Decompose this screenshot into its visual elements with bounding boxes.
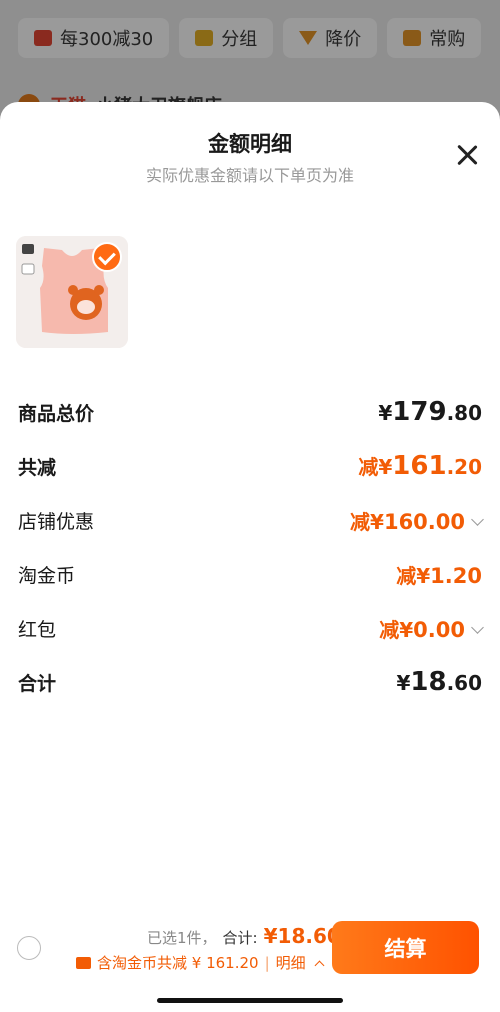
row-value: 减¥ 1.20	[396, 563, 482, 588]
row-label: 淘金币	[18, 564, 76, 587]
folder-icon	[195, 30, 214, 46]
chip-label: 常购	[429, 29, 466, 50]
row-label: 店铺优惠	[18, 510, 95, 533]
chevron-down-icon[interactable]	[471, 512, 484, 526]
detail-link[interactable]: 明细	[276, 952, 306, 973]
row-label: 共减	[18, 456, 57, 479]
coupon-icon	[34, 30, 52, 46]
chevron-up-icon[interactable]	[314, 960, 325, 971]
row-label: 商品总价	[18, 402, 95, 425]
total-value: ¥18.60	[263, 924, 341, 948]
selected-check-icon[interactable]	[92, 242, 122, 272]
select-all-radio[interactable]	[17, 936, 41, 960]
row-value: 减¥ 0.00	[379, 614, 484, 643]
row-value: 减¥ 160.00	[350, 506, 484, 535]
chip-label: 每300减30	[60, 29, 154, 50]
chip-price-drop[interactable]: 降价	[283, 18, 378, 58]
ticket-icon	[76, 956, 91, 969]
row-total-discount: 共减 减¥ 161.20	[0, 439, 500, 493]
row-red-packet[interactable]: 红包 减¥ 0.00	[0, 601, 500, 655]
amount-detail-sheet: 金额明细 实际优惠金额请以下单页为准 商品总价 ¥179.80 共减 减¥ 161…	[0, 102, 500, 1012]
row-shop-discount[interactable]: 店铺优惠 减¥ 160.00	[0, 493, 500, 547]
selection-summary: 已选1件， 合计: ¥18.60	[147, 924, 341, 948]
row-value: ¥179.80	[378, 397, 482, 427]
chip-label: 分组	[221, 29, 258, 50]
checkout-button[interactable]: 结算	[332, 921, 479, 974]
row-value: ¥18.60	[396, 667, 482, 697]
chip-discount[interactable]: 每300减30	[18, 18, 170, 58]
row-label: 合计	[18, 672, 57, 695]
discount-summary[interactable]: 含淘金币共减 ¥ 161.20 | 明细	[76, 952, 325, 973]
total-label: 合计:	[222, 929, 258, 947]
arrow-down-icon	[299, 31, 318, 45]
filter-chips: 每300减30 分组 降价 常购	[18, 18, 482, 58]
chip-frequent[interactable]: 常购	[387, 18, 482, 58]
row-grand-total: 合计 ¥18.60	[0, 655, 500, 709]
chip-group[interactable]: 分组	[179, 18, 274, 58]
row-value: 减¥ 161.20	[358, 451, 482, 481]
row-goods-total: 商品总价 ¥179.80	[0, 385, 500, 439]
close-icon[interactable]	[454, 142, 480, 168]
separator: |	[264, 953, 270, 972]
amount-rows: 商品总价 ¥179.80 共减 减¥ 161.20 店铺优惠 减¥ 160.00 淘…	[0, 385, 500, 709]
chevron-down-icon[interactable]	[471, 620, 484, 634]
row-taojinbi: 淘金币 减¥ 1.20	[0, 547, 500, 601]
cart-icon	[403, 30, 422, 46]
home-indicator	[157, 998, 343, 1003]
selected-count: 已选1件，	[147, 929, 217, 947]
discount-text: 含淘金币共减 ¥ 161.20	[97, 954, 259, 972]
chip-label: 降价	[325, 29, 362, 50]
sheet-subtitle: 实际优惠金额请以下单页为准	[145, 166, 354, 185]
row-label: 红包	[18, 618, 57, 641]
sheet-title: 金额明细	[208, 132, 292, 156]
